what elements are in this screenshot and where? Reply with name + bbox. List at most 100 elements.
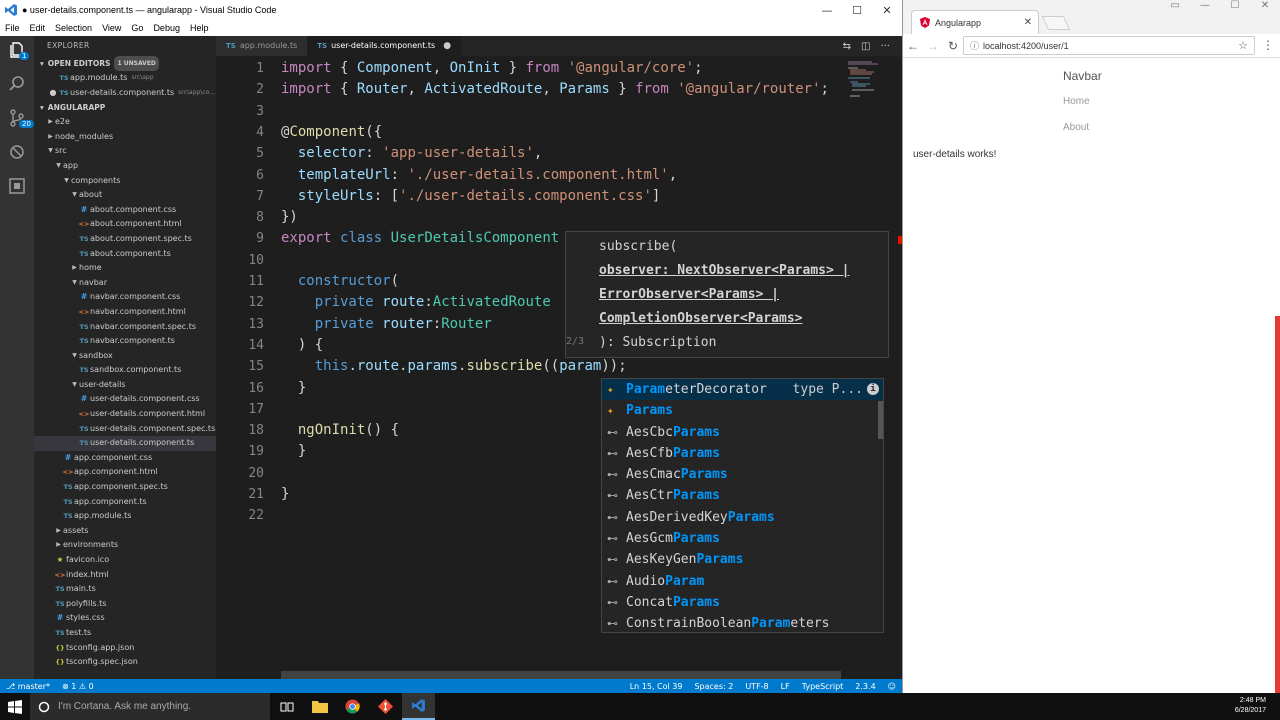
suggestion-item[interactable]: ⊷ AudioParam — [602, 571, 883, 592]
browser-tab[interactable]: Angularapp ✕ — [911, 10, 1039, 34]
folder-item[interactable]: ▶ home — [34, 261, 216, 276]
folder-item[interactable]: ▼ user-details — [34, 378, 216, 393]
folder-item[interactable]: ▶ e2e — [34, 115, 216, 130]
suggestion-scrollbar[interactable] — [878, 401, 883, 439]
file-item[interactable]: TS app.module.ts — [34, 509, 216, 524]
chrome-taskbar-button[interactable] — [336, 693, 369, 720]
start-button[interactable] — [0, 693, 30, 720]
file-item[interactable]: TS about.component.ts — [34, 247, 216, 262]
code-line[interactable]: 15 this.route.params.subscribe((param)); — [216, 356, 856, 377]
cursor-position[interactable]: Ln 15, Col 39 — [624, 682, 689, 691]
file-item[interactable]: TS app.component.spec.ts — [34, 480, 216, 495]
close-tab-icon[interactable]: ✕ — [1024, 17, 1032, 28]
open-editors-header[interactable]: ▾ OPEN EDITORS 1 UNSAVED — [34, 56, 216, 71]
minimap[interactable] — [848, 60, 888, 110]
suggestion-item[interactable]: ⊷ AesCmacParams — [602, 464, 883, 485]
system-clock[interactable]: 2:48 PM 6/28/2017 — [1235, 696, 1266, 716]
back-arrow-icon[interactable]: ← — [903, 39, 923, 53]
file-item[interactable]: TS navbar.component.ts — [34, 334, 216, 349]
folder-item[interactable]: ▼ about — [34, 188, 216, 203]
menu-go[interactable]: Go — [126, 23, 148, 33]
modified-dot-icon[interactable]: ● — [443, 36, 451, 56]
info-icon[interactable]: i — [867, 383, 879, 395]
file-item[interactable]: TS main.ts — [34, 582, 216, 597]
ts-version[interactable]: 2.3.4 — [849, 682, 881, 691]
nav-link-about[interactable]: About — [1063, 122, 1089, 133]
info-page-icon[interactable]: ⓘ — [970, 39, 979, 52]
folder-item[interactable]: ▼ components — [34, 174, 216, 189]
suggestion-item[interactable]: ✦ Params — [602, 400, 883, 421]
file-item[interactable]: <> user-details.component.html — [34, 407, 216, 422]
file-item[interactable]: TS user-details.component.ts — [34, 436, 216, 451]
language-mode[interactable]: TypeScript — [796, 682, 850, 691]
file-item[interactable]: TS test.ts — [34, 626, 216, 641]
folder-item[interactable]: ▼ src — [34, 144, 216, 159]
navbar-brand[interactable]: Navbar — [1063, 69, 1102, 83]
code-line[interactable]: 8}) — [216, 207, 856, 228]
code-line[interactable]: 3 — [216, 101, 856, 122]
code-line[interactable]: 1 import { Component, OnInit } from '@ang… — [216, 58, 856, 79]
file-explorer-button[interactable] — [303, 693, 336, 720]
file-item[interactable]: TS sandbox.component.ts — [34, 363, 216, 378]
menu-help[interactable]: Help — [185, 23, 214, 33]
menu-view[interactable]: View — [97, 23, 126, 33]
file-item[interactable]: # navbar.component.css — [34, 290, 216, 305]
user-icon[interactable]: ▭ — [1160, 0, 1190, 20]
menu-debug[interactable]: Debug — [148, 23, 185, 33]
suggestion-item[interactable]: ⊷ AesKeyGenParams — [602, 549, 883, 570]
file-item[interactable]: {} tsconfig.spec.json — [34, 655, 216, 670]
debug-icon[interactable] — [7, 142, 27, 162]
extensions-icon[interactable] — [7, 176, 27, 196]
suggestion-item[interactable]: ⊷ AesCtrParams — [602, 485, 883, 506]
file-item[interactable]: <> index.html — [34, 568, 216, 583]
project-header[interactable]: ▾ ANGULARAPP — [34, 100, 216, 115]
maximize-button[interactable]: ☐ — [1220, 0, 1250, 20]
folder-item[interactable]: ▶ assets — [34, 524, 216, 539]
suggestion-item[interactable]: ⊷ ConcatParams — [602, 592, 883, 613]
code-line[interactable]: 7 styleUrls: ['./user-details.component.… — [216, 186, 856, 207]
close-button[interactable]: ✕ — [1250, 0, 1280, 20]
file-item[interactable]: TS app.component.ts — [34, 495, 216, 510]
split-editor-icon[interactable]: ◫ — [861, 41, 870, 52]
vscode-taskbar-button[interactable] — [402, 693, 435, 720]
nav-link-home[interactable]: Home — [1063, 96, 1090, 107]
more-actions-icon[interactable]: ··· — [880, 41, 890, 52]
menu-selection[interactable]: Selection — [50, 23, 97, 33]
file-item[interactable]: # app.component.css — [34, 451, 216, 466]
code-line[interactable]: 4 @Component({ — [216, 122, 856, 143]
file-item[interactable]: # styles.css — [34, 611, 216, 626]
eol-status[interactable]: LF — [775, 682, 796, 691]
cortana-search[interactable]: I'm Cortana. Ask me anything. — [30, 693, 270, 720]
chrome-menu-icon[interactable]: ⋮ — [1262, 38, 1274, 52]
suggestion-item[interactable]: ✦ ParameterDecorator type P... i — [602, 379, 883, 401]
file-item[interactable]: {} tsconfig.app.json — [34, 641, 216, 656]
task-view-button[interactable] — [270, 693, 303, 720]
file-item[interactable]: <> app.component.html — [34, 465, 216, 480]
open-editor-item[interactable]: TS app.module.ts src\app — [34, 71, 216, 86]
suggestion-item[interactable]: ⊷ ConstrainBooleanParameters — [602, 613, 883, 632]
bookmark-star-icon[interactable]: ☆ — [1238, 39, 1248, 52]
indentation-status[interactable]: Spaces: 2 — [688, 682, 739, 691]
branch-status[interactable]: ⎇ master* — [0, 682, 56, 691]
problems-status[interactable]: ⊗ 1 ⚠ 0 — [56, 682, 100, 691]
search-icon[interactable] — [7, 74, 27, 94]
feedback-icon[interactable]: ☺ — [882, 682, 902, 691]
code-line[interactable]: 6 templateUrl: './user-details.component… — [216, 165, 856, 186]
file-item[interactable]: <> about.component.html — [34, 217, 216, 232]
code-line[interactable]: 5 selector: 'app-user-details', — [216, 143, 856, 164]
minimize-button[interactable]: — — [1190, 0, 1220, 20]
git-taskbar-button[interactable] — [369, 693, 402, 720]
folder-item[interactable]: ▶ environments — [34, 538, 216, 553]
suggestion-item[interactable]: ⊷ AesGcmParams — [602, 528, 883, 549]
overload-counter[interactable]: 2/3 — [566, 336, 584, 347]
forward-arrow-icon[interactable]: → — [923, 39, 943, 53]
tab-app-module[interactable]: TS app.module.ts — [216, 36, 308, 56]
file-item[interactable]: TS polyfills.ts — [34, 597, 216, 612]
open-changes-icon[interactable]: ⇆ — [843, 41, 851, 52]
folder-item[interactable]: ▼ navbar — [34, 276, 216, 291]
folder-item[interactable]: ▶ node_modules — [34, 130, 216, 145]
folder-item[interactable]: ▼ app — [34, 159, 216, 174]
menu-edit[interactable]: Edit — [25, 23, 51, 33]
file-item[interactable]: # about.component.css — [34, 203, 216, 218]
encoding-status[interactable]: UTF-8 — [739, 682, 774, 691]
